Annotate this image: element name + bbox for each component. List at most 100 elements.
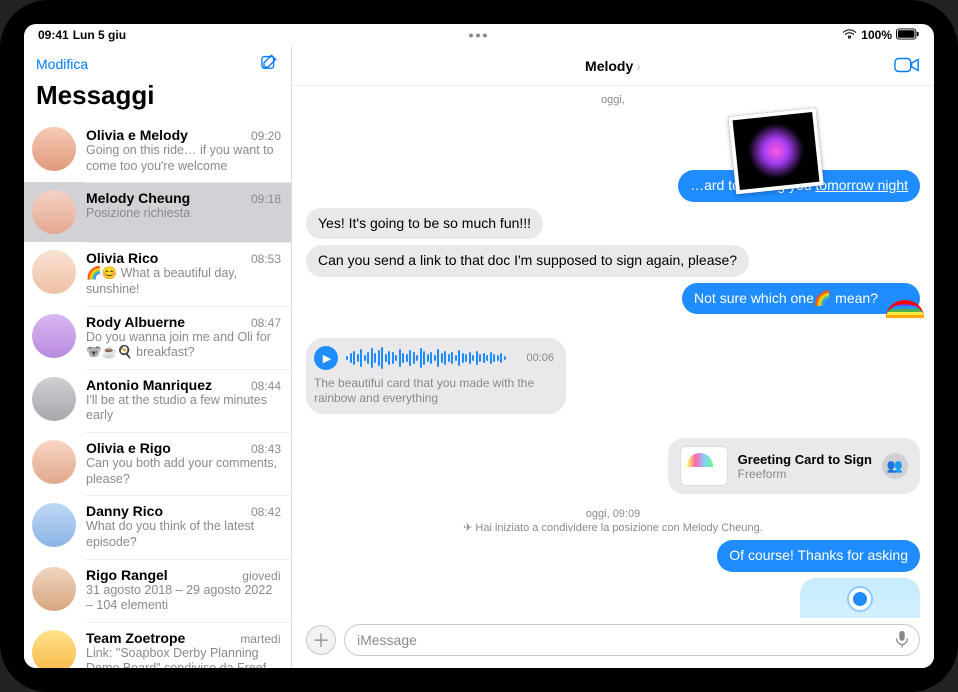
mic-icon — [895, 630, 909, 648]
system-text: ✈ Hai iniziato a condividere la posizion… — [463, 521, 763, 534]
conversation-preview: Do you wanna join me and Oli for 🐨☕🍳 bre… — [86, 330, 281, 361]
conversation-preview: Can you both add your comments, please? — [86, 456, 281, 487]
avatar — [32, 377, 76, 421]
conversation-name: Antonio Manriquez — [86, 377, 212, 393]
conversation-preview: I'll be at the studio a few minutes earl… — [86, 393, 281, 424]
conversation-list[interactable]: Olivia e Melody 09:20 Going on this ride… — [24, 119, 291, 668]
edit-button[interactable]: Modifica — [36, 56, 88, 72]
avatar — [32, 190, 76, 234]
message-outgoing[interactable]: Not sure which one🌈 mean? — [682, 283, 920, 315]
conversation-row[interactable]: Rigo Rangel giovedì 31 agosto 2018 – 29 … — [24, 559, 291, 622]
play-button[interactable] — [314, 346, 338, 370]
message-text: Not sure which one — [694, 290, 814, 306]
conversation-time: 08:42 — [251, 505, 281, 519]
audio-message[interactable]: 00:06 The beautiful card that you made w… — [306, 338, 566, 414]
attachment-thumbnail — [680, 446, 728, 486]
chat-title-text: Melody — [585, 58, 633, 74]
conversation-row[interactable]: Olivia e Rigo 08:43 Can you both add you… — [24, 432, 291, 495]
conversation-name: Rigo Rangel — [86, 567, 168, 583]
conversation-time: 09:20 — [251, 129, 281, 143]
conversation-time: 08:43 — [251, 442, 281, 456]
conversation-row[interactable]: Olivia e Melody 09:20 Going on this ride… — [24, 119, 291, 182]
facetime-button[interactable] — [894, 54, 920, 81]
attach-button[interactable]: ＋ — [306, 625, 336, 655]
status-date: Lun 5 giu — [73, 28, 126, 42]
conversation-time: 08:53 — [251, 252, 281, 266]
chat-title[interactable]: Melody › — [585, 58, 641, 74]
day-label: oggi, — [306, 94, 920, 106]
conversation-name: Team Zoetrope — [86, 630, 185, 646]
conversation-row[interactable]: Olivia Rico 08:53 🌈😊 What a beautiful da… — [24, 242, 291, 305]
system-message: oggi, 09:09 ✈ Hai iniziato a condividere… — [306, 508, 920, 534]
conversation-row[interactable]: Melody Cheung 09:18 Posizione richiesta — [24, 182, 291, 242]
conversation-time: giovedì — [242, 569, 281, 583]
conversation-preview: Going on this ride… if you want to come … — [86, 143, 281, 174]
sidebar: Modifica Messaggi Olivia e Melody 09:20 — [24, 46, 292, 668]
avatar — [32, 314, 76, 358]
conversation-time: martedì — [240, 632, 281, 646]
conversation-row[interactable]: Antonio Manriquez 08:44 I'll be at the s… — [24, 369, 291, 432]
chevron-right-icon: › — [636, 58, 641, 74]
status-time: 09:41 — [38, 28, 69, 42]
audio-duration: 00:06 — [526, 352, 554, 364]
avatar — [32, 250, 76, 294]
conversation-preview: 🌈😊 What a beautiful day, sunshine! — [86, 266, 281, 297]
attachment-title: Greeting Card to Sign — [738, 452, 872, 467]
chat-body[interactable]: oggi, …ard to seeing you tomorrow night … — [292, 86, 934, 618]
collaborators-icon[interactable]: 👥 — [882, 453, 908, 479]
message-incoming[interactable]: Yes! It's going to be so much fun!!! — [306, 208, 543, 240]
conversation-row[interactable]: Danny Rico 08:42 What do you think of th… — [24, 495, 291, 558]
conversation-name: Melody Cheung — [86, 190, 190, 206]
location-request-card[interactable]: Richiesto — [800, 578, 920, 619]
message-text: Yes! It's going to be so much fun!!! — [318, 215, 531, 231]
compose-icon — [259, 52, 279, 72]
audio-transcript: The beautiful card that you made with th… — [314, 376, 554, 406]
screen: 09:41 Lun 5 giu ••• 100% Modifica — [24, 24, 934, 668]
avatar — [32, 127, 76, 171]
conversation-preview: Link: "Soapbox Derby Planning Demo Board… — [86, 646, 281, 668]
wifi-icon — [842, 28, 857, 43]
system-time: oggi, 09:09 — [586, 508, 640, 520]
status-bar: 09:41 Lun 5 giu ••• 100% — [24, 24, 934, 46]
ipad-frame: 09:41 Lun 5 giu ••• 100% Modifica — [0, 0, 958, 692]
chat-pane: Melody › oggi, …ard to seeing you tomorr… — [292, 46, 934, 668]
status-left: 09:41 Lun 5 giu — [38, 28, 126, 42]
message-outgoing[interactable]: Of course! Thanks for asking — [717, 540, 920, 572]
conversation-name: Olivia Rico — [86, 250, 158, 266]
conversation-preview: What do you think of the latest episode? — [86, 519, 281, 550]
conversation-row[interactable]: Rody Albuerne 08:47 Do you wanna join me… — [24, 306, 291, 369]
battery-pct: 100% — [861, 28, 892, 42]
waveform-icon[interactable] — [346, 347, 518, 369]
avatar — [32, 630, 76, 668]
conversation-preview: 31 agosto 2018 – 29 agosto 2022 – 104 el… — [86, 583, 281, 614]
input-bar: ＋ iMessage — [292, 618, 934, 668]
message-input[interactable]: iMessage — [344, 624, 920, 656]
conversation-name: Olivia e Rigo — [86, 440, 171, 456]
status-right: 100% — [842, 28, 920, 43]
conversation-preview: Posizione richiesta — [86, 206, 281, 222]
conversation-name: Danny Rico — [86, 503, 163, 519]
multitask-dots-icon[interactable]: ••• — [469, 27, 490, 43]
avatar — [32, 440, 76, 484]
dictation-button[interactable] — [895, 630, 909, 651]
photo-thumbnail[interactable] — [728, 108, 824, 195]
avatar — [32, 503, 76, 547]
rainbow-sticker[interactable] — [886, 300, 924, 332]
message-link[interactable]: tomorrow night — [815, 177, 908, 193]
input-placeholder: iMessage — [357, 632, 417, 648]
avatar — [32, 567, 76, 611]
location-status: Richiesto — [833, 616, 886, 619]
message-text: Of course! Thanks for asking — [729, 547, 908, 563]
shared-document-card[interactable]: Greeting Card to Sign Freeform 👥 — [668, 438, 920, 494]
battery-icon — [896, 28, 920, 43]
conversation-time: 09:18 — [251, 192, 281, 206]
location-dot-icon — [849, 588, 871, 610]
video-icon — [894, 54, 920, 76]
sidebar-title: Messaggi — [24, 76, 291, 119]
chat-header[interactable]: Melody › — [292, 46, 934, 86]
attachment-app: Freeform — [738, 467, 872, 481]
compose-button[interactable] — [259, 52, 279, 77]
conversation-row[interactable]: Team Zoetrope martedì Link: "Soapbox Der… — [24, 622, 291, 668]
conversation-name: Rody Albuerne — [86, 314, 185, 330]
message-incoming[interactable]: Can you send a link to that doc I'm supp… — [306, 245, 749, 277]
